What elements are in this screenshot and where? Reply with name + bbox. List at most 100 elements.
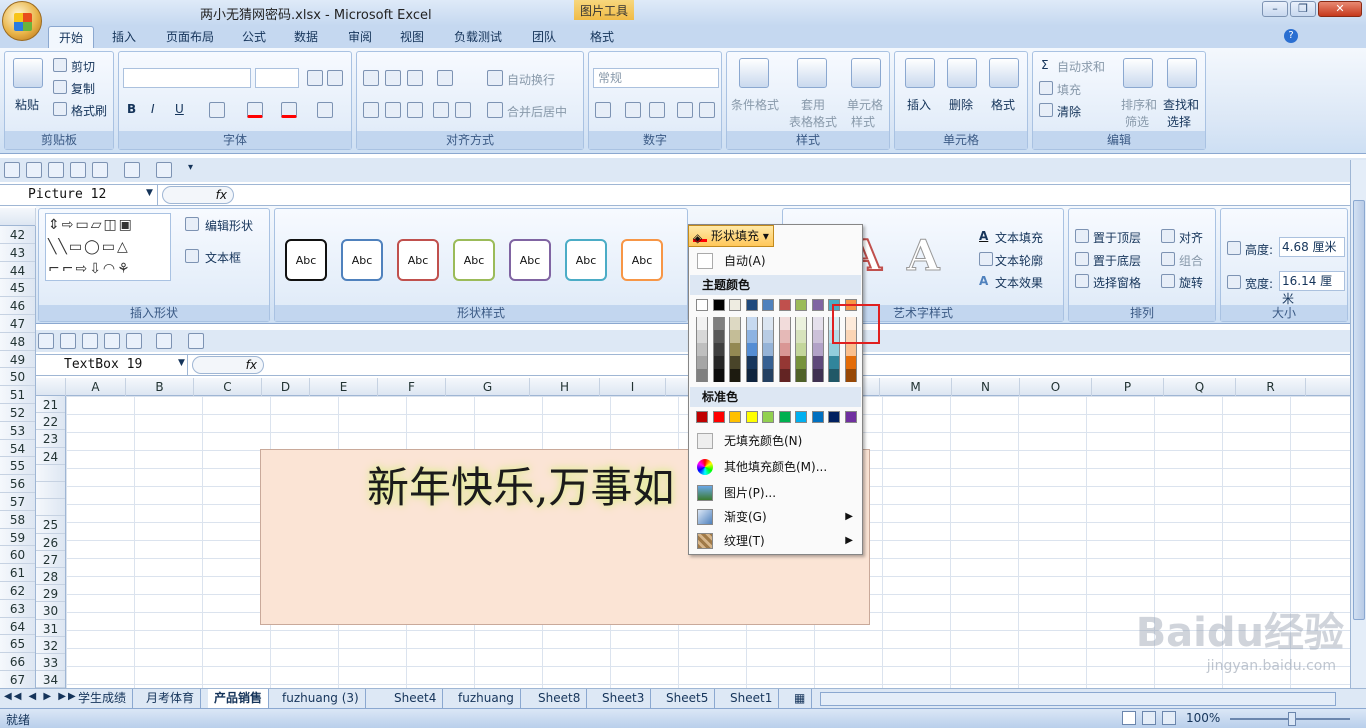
insert-sheet-icon[interactable]: ▦ — [788, 689, 813, 708]
theme-shade-swatch[interactable] — [729, 317, 741, 330]
embedded-undo-icon[interactable] — [156, 333, 172, 349]
formula-input[interactable] — [236, 185, 1346, 205]
row-header[interactable]: 49 — [0, 351, 35, 369]
theme-shade-swatch[interactable] — [811, 369, 824, 382]
theme-shade-swatch[interactable] — [696, 330, 708, 343]
embedded-name-box-dropdown-icon[interactable]: ▼ — [178, 358, 185, 368]
paste-icon[interactable] — [13, 58, 43, 88]
theme-shade-swatch[interactable] — [712, 343, 725, 356]
embedded-col-header[interactable]: F — [378, 378, 446, 396]
sheet-tab[interactable]: fuzhuang — [452, 689, 521, 708]
row-header[interactable]: 51 — [0, 386, 35, 404]
no-fill-item[interactable]: 无填充颜色(N) — [690, 429, 861, 453]
row-header[interactable]: 44 — [0, 262, 35, 280]
grow-font-icon[interactable] — [307, 70, 323, 86]
theme-color-swatch[interactable] — [696, 299, 708, 311]
normal-view-icon[interactable] — [1122, 711, 1136, 725]
theme-shade-swatch[interactable] — [844, 343, 857, 356]
embedded-col-header[interactable]: B — [126, 378, 194, 396]
edit-shape-button[interactable]: 编辑形状 — [205, 217, 253, 234]
horizontal-scrollbar[interactable] — [820, 692, 1336, 706]
standard-color-swatch[interactable] — [696, 411, 708, 423]
standard-color-swatch[interactable] — [795, 411, 807, 423]
embedded-redo-icon[interactable] — [188, 333, 204, 349]
comma-icon[interactable] — [649, 102, 665, 118]
shrink-font-icon[interactable] — [327, 70, 343, 86]
shape-fill-button[interactable]: ◈ 形状填充 ▾ — [688, 225, 774, 247]
text-effect-button[interactable]: 文本效果 — [995, 274, 1043, 291]
embedded-row-header[interactable]: 34 — [36, 671, 65, 689]
embedded-row-header[interactable]: 28 — [36, 568, 65, 586]
theme-shade-swatch[interactable] — [712, 356, 725, 369]
row-header[interactable]: 48 — [0, 333, 35, 351]
italic-icon[interactable]: I — [151, 102, 155, 116]
send-back-button[interactable]: 置于底层 — [1093, 252, 1141, 269]
fill-color-icon[interactable] — [247, 102, 263, 118]
standard-color-swatch[interactable] — [712, 411, 725, 423]
zoom-level[interactable]: 100% — [1186, 711, 1220, 725]
theme-shade-swatch[interactable] — [778, 317, 791, 330]
sheet-tab[interactable]: fuzhuang (3) — [276, 689, 366, 708]
redo-icon[interactable] — [156, 162, 172, 178]
embedded-name-box[interactable]: TextBox 19 — [36, 355, 188, 375]
paste-button[interactable]: 粘贴 — [15, 96, 39, 113]
page-layout-view-icon[interactable] — [1142, 711, 1156, 725]
row-header[interactable]: 67 — [0, 671, 35, 689]
shape-style-4[interactable]: Abc — [453, 239, 495, 281]
tab-format[interactable]: 格式 — [580, 26, 624, 48]
theme-shade-swatch[interactable] — [795, 343, 807, 356]
embedded-col-header[interactable]: H — [530, 378, 600, 396]
embedded-row-header[interactable]: 26 — [36, 534, 65, 551]
theme-shade-swatch[interactable] — [811, 343, 824, 356]
shape-gallery[interactable]: ⇕⇨▭▱◫▣ ╲╲▭◯▭△ ⌐⌐⇨⇩◠⚘ — [45, 213, 171, 281]
standard-color-swatch[interactable] — [729, 411, 741, 423]
theme-shade-swatch[interactable] — [745, 369, 758, 382]
theme-shade-swatch[interactable] — [795, 330, 807, 343]
theme-shade-swatch[interactable] — [762, 343, 774, 356]
align-button[interactable]: 对齐 — [1179, 229, 1203, 246]
help-icon[interactable]: ? — [1284, 29, 1298, 43]
theme-shade-swatch[interactable] — [729, 343, 741, 356]
decrease-indent-icon[interactable] — [433, 102, 449, 118]
standard-color-swatch[interactable] — [778, 411, 791, 423]
minimize-button[interactable]: – — [1262, 1, 1288, 17]
bring-front-button[interactable]: 置于顶层 — [1093, 229, 1141, 246]
embedded-row-header[interactable]: 30 — [36, 602, 65, 620]
embedded-col-header[interactable]: C — [194, 378, 262, 396]
row-header[interactable]: 45 — [0, 279, 35, 298]
sort-filter-button[interactable]: 排序和 — [1121, 96, 1157, 113]
theme-shade-swatch[interactable] — [828, 356, 840, 369]
align-center-icon[interactable] — [385, 102, 401, 118]
theme-shade-swatch[interactable] — [795, 356, 807, 369]
theme-shade-swatch[interactable] — [762, 369, 774, 382]
embedded-open-icon[interactable] — [60, 333, 76, 349]
shape-style-7[interactable]: Abc — [621, 239, 663, 281]
embedded-row-header[interactable] — [36, 465, 65, 482]
embedded-insert-function-button[interactable]: fx — [192, 356, 264, 374]
row-header[interactable]: 58 — [0, 511, 35, 529]
text-box-button[interactable]: 文本框 — [205, 249, 241, 266]
theme-shade-swatch[interactable] — [762, 330, 774, 343]
theme-shade-swatch[interactable] — [696, 317, 708, 330]
print-preview-icon[interactable] — [48, 162, 64, 178]
scroll-thumb[interactable] — [1353, 200, 1365, 620]
format-painter-button[interactable]: 格式刷 — [71, 102, 107, 119]
tab-data[interactable]: 数据 — [284, 26, 328, 48]
embedded-row-header[interactable]: 31 — [36, 620, 65, 637]
sheet-nav-arrows-icon[interactable]: ◀◀ ◀ ▶ ▶▶ — [4, 691, 78, 702]
shape-style-5[interactable]: Abc — [509, 239, 551, 281]
wordart-style-3[interactable]: A — [907, 231, 941, 281]
customize-qat-icon[interactable]: ▾ — [188, 162, 193, 173]
theme-color-swatch[interactable] — [729, 299, 741, 311]
sheet-tab[interactable]: Sheet8 — [532, 689, 588, 708]
insert-function-button[interactable]: fx — [162, 186, 234, 204]
name-box[interactable]: Picture 12 — [0, 185, 158, 205]
tab-view[interactable]: 视图 — [390, 26, 434, 48]
office-button[interactable] — [2, 1, 42, 41]
embedded-col-header[interactable]: M — [880, 378, 952, 396]
embedded-col-header[interactable]: Q — [1164, 378, 1236, 396]
embedded-row-header[interactable]: 27 — [36, 551, 65, 568]
theme-shade-swatch[interactable] — [696, 356, 708, 369]
embedded-row-header[interactable]: 25 — [36, 516, 65, 534]
sheet-tab[interactable]: 月考体育 — [140, 689, 202, 708]
